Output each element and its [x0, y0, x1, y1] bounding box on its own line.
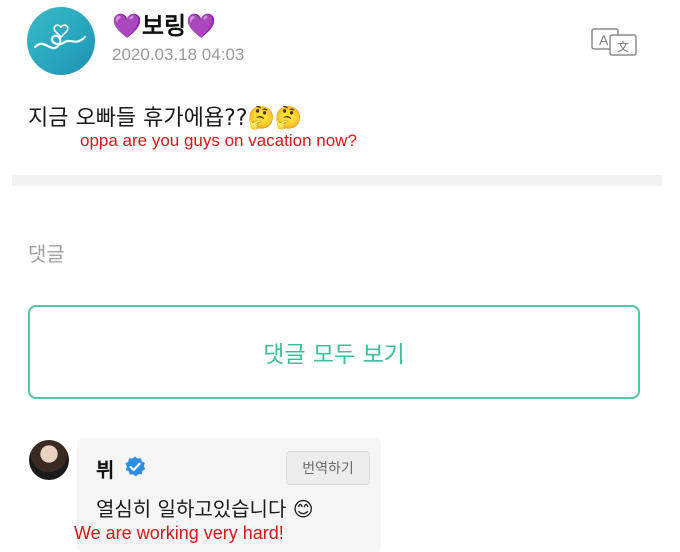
- comment-author[interactable]: 뷔: [96, 454, 114, 483]
- svg-text:文: 文: [617, 39, 629, 54]
- author-name[interactable]: 💜보링💜: [112, 6, 216, 41]
- author-avatar[interactable]: [27, 7, 95, 75]
- translate-icon[interactable]: A 文: [590, 26, 640, 56]
- post-timestamp: 2020.03.18 04:03: [112, 45, 245, 64]
- commenter-avatar[interactable]: [29, 440, 69, 480]
- post-body: 지금 오빠들 휴가에욥??🤔🤔: [28, 106, 303, 131]
- svg-text:A: A: [599, 32, 609, 48]
- avatar-heart-icon: [33, 24, 87, 50]
- comment-translate-button[interactable]: 번역하기: [286, 451, 370, 485]
- comment-translation-caption: We are working very hard!: [74, 523, 284, 543]
- comment-text: 열심히 일하고있습니다 😊: [96, 497, 314, 521]
- post-header: 💜보링💜 2020.03.18 04:03 A 文: [0, 0, 680, 90]
- post-translation-caption: oppa are you guys on vacation now?: [80, 131, 357, 150]
- section-divider: [12, 175, 662, 186]
- view-all-comments-button[interactable]: 댓글 모두 보기: [28, 305, 640, 399]
- view-all-comments-label: 댓글 모두 보기: [263, 342, 405, 368]
- comments-heading: 댓글: [28, 242, 65, 266]
- verified-badge-icon: [123, 455, 147, 479]
